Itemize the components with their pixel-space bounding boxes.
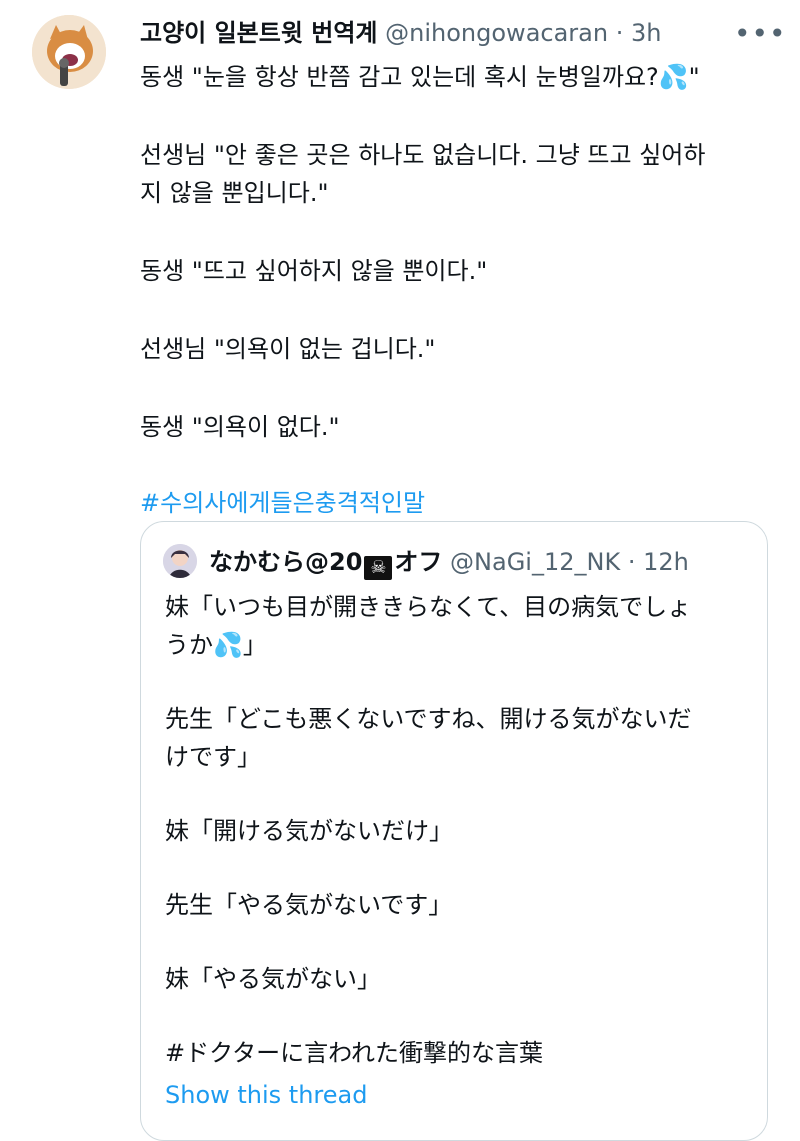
tweet-header: 고양이 일본트윗 번역계 @nihongowacaran · 3h [140, 14, 662, 52]
separator: · [627, 548, 636, 576]
quoted-timestamp[interactable]: 12h [643, 548, 689, 576]
quoted-hashtag: #ドクターに言われた衝撃的な言葉 [165, 1039, 543, 1067]
tweet-line: 동생 "뜨고 싶어하지 않을 뿐이다." [140, 257, 488, 285]
tweet-text: " [688, 63, 700, 91]
separator: · [615, 19, 624, 47]
quoted-line: 先生「どこも悪くないですね、開ける気がないだ けです」 [165, 700, 755, 776]
quoted-text: 妹「いつも目が開ききらなくて、目の病気でしょ [165, 593, 692, 621]
tweet-line: 선생님 "안 좋은 곳은 하나도 없습니다. 그냥 뜨고 싶어하 지 않을 뿐입… [140, 136, 760, 212]
sweat-drops-icon: 💦 [658, 63, 689, 91]
quoted-body: 妹「いつも目が開ききらなくて、目の病気でしょ うか💦」 先生「どこも悪くないです… [165, 588, 755, 1108]
quoted-line: 妹「開ける気がないだけ」 [165, 817, 453, 845]
quoted-header: なかむら@20 ☠ オフ @NaGi_12_NK · 12h [209, 544, 689, 580]
tweet-body: 동생 "눈을 항상 반쯤 감고 있는데 혹시 눈병일까요?💦" 선생님 "안 좋… [140, 58, 760, 522]
quoted-text: 先生「どこも悪くないですね、開ける気がないだ [165, 705, 692, 733]
quoted-line: 妹「いつも目が開ききらなくて、目の病気でしょ うか💦」 [165, 588, 755, 664]
quoted-author-handle[interactable]: @NaGi_12_NK [450, 548, 620, 576]
sweat-drops-icon: 💦 [213, 631, 243, 659]
author-name[interactable]: 고양이 일본트윗 번역계 [140, 19, 378, 47]
tweet-text: 지 않을 뿐입니다." [140, 179, 329, 207]
hashtag-link[interactable]: #수의사에게들은충격적인말 [140, 484, 760, 522]
quoted-text: うか [165, 631, 213, 659]
tweet-text: 동생 "눈을 항상 반쯤 감고 있는데 혹시 눈병일까요? [140, 63, 659, 91]
quoted-line: 先生「やる気がないです」 [165, 891, 453, 919]
quoted-text: 」 [242, 631, 267, 659]
show-thread-link[interactable]: Show this thread [165, 1076, 367, 1114]
timestamp[interactable]: 3h [631, 19, 661, 47]
quoted-avatar[interactable] [163, 544, 197, 578]
tweet-line: 선생님 "의욕이 없는 겁니다." [140, 335, 436, 363]
tweet-text: 선생님 "안 좋은 곳은 하나도 없습니다. 그냥 뜨고 싶어하 [140, 141, 706, 169]
more-icon[interactable]: ••• [734, 20, 787, 48]
quoted-tweet-card[interactable]: なかむら@20 ☠ オフ @NaGi_12_NK · 12h 妹「いつも目が開ききら… [140, 521, 768, 1141]
quoted-text: けです」 [165, 743, 261, 771]
author-handle[interactable]: @nihongowacaran [385, 19, 608, 47]
tweet-line: 동생 "의욕이 없다." [140, 413, 340, 441]
quoted-line: 妹「やる気がない」 [165, 965, 381, 993]
avatar[interactable] [32, 15, 106, 89]
quoted-author-name[interactable]: なかむら@20 ☠ オフ [209, 548, 442, 580]
tweet-line: 동생 "눈을 항상 반쯤 감고 있는데 혹시 눈병일까요?💦" [140, 58, 760, 96]
skull-icon: ☠ [364, 556, 393, 580]
